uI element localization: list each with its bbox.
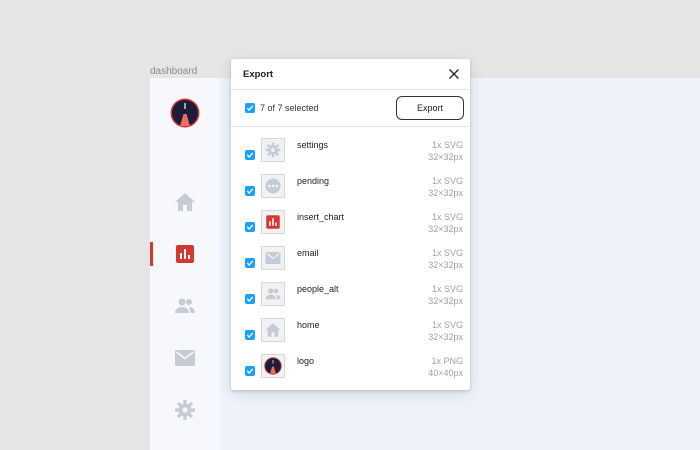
pending-icon: [265, 178, 281, 194]
home-icon[interactable]: [173, 190, 197, 214]
asset-format: 1x SVG: [431, 320, 463, 330]
asset-checkbox[interactable]: [245, 186, 255, 196]
asset-row-insert-chart[interactable]: insert_chart 1x SVG 32×32px: [231, 204, 470, 240]
asset-row-pending[interactable]: pending 1x SVG 32×32px: [231, 168, 470, 204]
asset-size: 32×32px: [428, 296, 463, 306]
asset-thumbnail: [261, 282, 285, 306]
asset-size: 40×40px: [428, 368, 463, 378]
asset-checkbox[interactable]: [245, 258, 255, 268]
asset-name: settings: [297, 140, 329, 150]
home-icon: [265, 323, 281, 337]
asset-format: 1x SVG: [431, 140, 463, 150]
asset-checkbox[interactable]: [245, 330, 255, 340]
asset-format: 1x SVG: [431, 248, 463, 258]
asset-name: pending: [297, 176, 330, 186]
asset-checkbox[interactable]: [245, 294, 255, 304]
asset-thumbnail: [261, 354, 285, 378]
asset-size: 32×32px: [428, 332, 463, 342]
people-icon[interactable]: [173, 294, 197, 318]
active-indicator: [150, 242, 153, 266]
mail-icon: [265, 252, 281, 264]
asset-row-people-alt[interactable]: people_alt 1x SVG 32×32px: [231, 276, 470, 312]
export-button[interactable]: Export: [396, 96, 464, 120]
dialog-header: Export: [231, 59, 470, 90]
asset-format: 1x SVG: [431, 212, 463, 222]
frame-label[interactable]: dashboard: [150, 66, 197, 77]
asset-thumbnail: [261, 318, 285, 342]
asset-size: 32×32px: [428, 260, 463, 270]
asset-name: email: [297, 248, 319, 258]
bar-chart-icon: [266, 215, 280, 229]
selection-count: 7 of 7 selected: [260, 103, 319, 113]
logo-icon: [264, 357, 282, 375]
bar-chart-icon[interactable]: [173, 242, 197, 266]
asset-thumbnail: [261, 210, 285, 234]
asset-row-email[interactable]: email 1x SVG 32×32px: [231, 240, 470, 276]
asset-format: 1x SVG: [431, 176, 463, 186]
asset-name: logo: [297, 356, 315, 366]
gear-icon[interactable]: [173, 398, 197, 422]
close-icon[interactable]: [447, 67, 461, 81]
people-icon: [265, 288, 281, 300]
asset-row-logo[interactable]: logo 1x PNG 40×40px: [231, 348, 470, 384]
mail-icon[interactable]: [173, 346, 197, 370]
asset-row-settings[interactable]: settings 1x SVG 32×32px: [231, 132, 470, 168]
asset-size: 32×32px: [428, 224, 463, 234]
asset-name: people_alt: [297, 284, 339, 294]
asset-checkbox[interactable]: [245, 222, 255, 232]
export-dialog: Export 7 of 7 selected Export settings 1…: [231, 59, 470, 390]
selection-row: 7 of 7 selected Export: [231, 90, 470, 127]
asset-name: insert_chart: [297, 212, 345, 222]
asset-thumbnail: [261, 246, 285, 270]
asset-name: home: [297, 320, 320, 330]
asset-checkbox[interactable]: [245, 366, 255, 376]
asset-format: 1x PNG: [431, 356, 463, 366]
select-all-checkbox[interactable]: [245, 103, 255, 113]
asset-size: 32×32px: [428, 188, 463, 198]
asset-thumbnail: [261, 138, 285, 162]
logo-icon[interactable]: [170, 98, 200, 128]
gear-icon: [265, 142, 281, 158]
asset-size: 32×32px: [428, 152, 463, 162]
asset-checkbox[interactable]: [245, 150, 255, 160]
asset-row-home[interactable]: home 1x SVG 32×32px: [231, 312, 470, 348]
asset-thumbnail: [261, 174, 285, 198]
asset-format: 1x SVG: [431, 284, 463, 294]
dialog-title: Export: [243, 69, 274, 80]
